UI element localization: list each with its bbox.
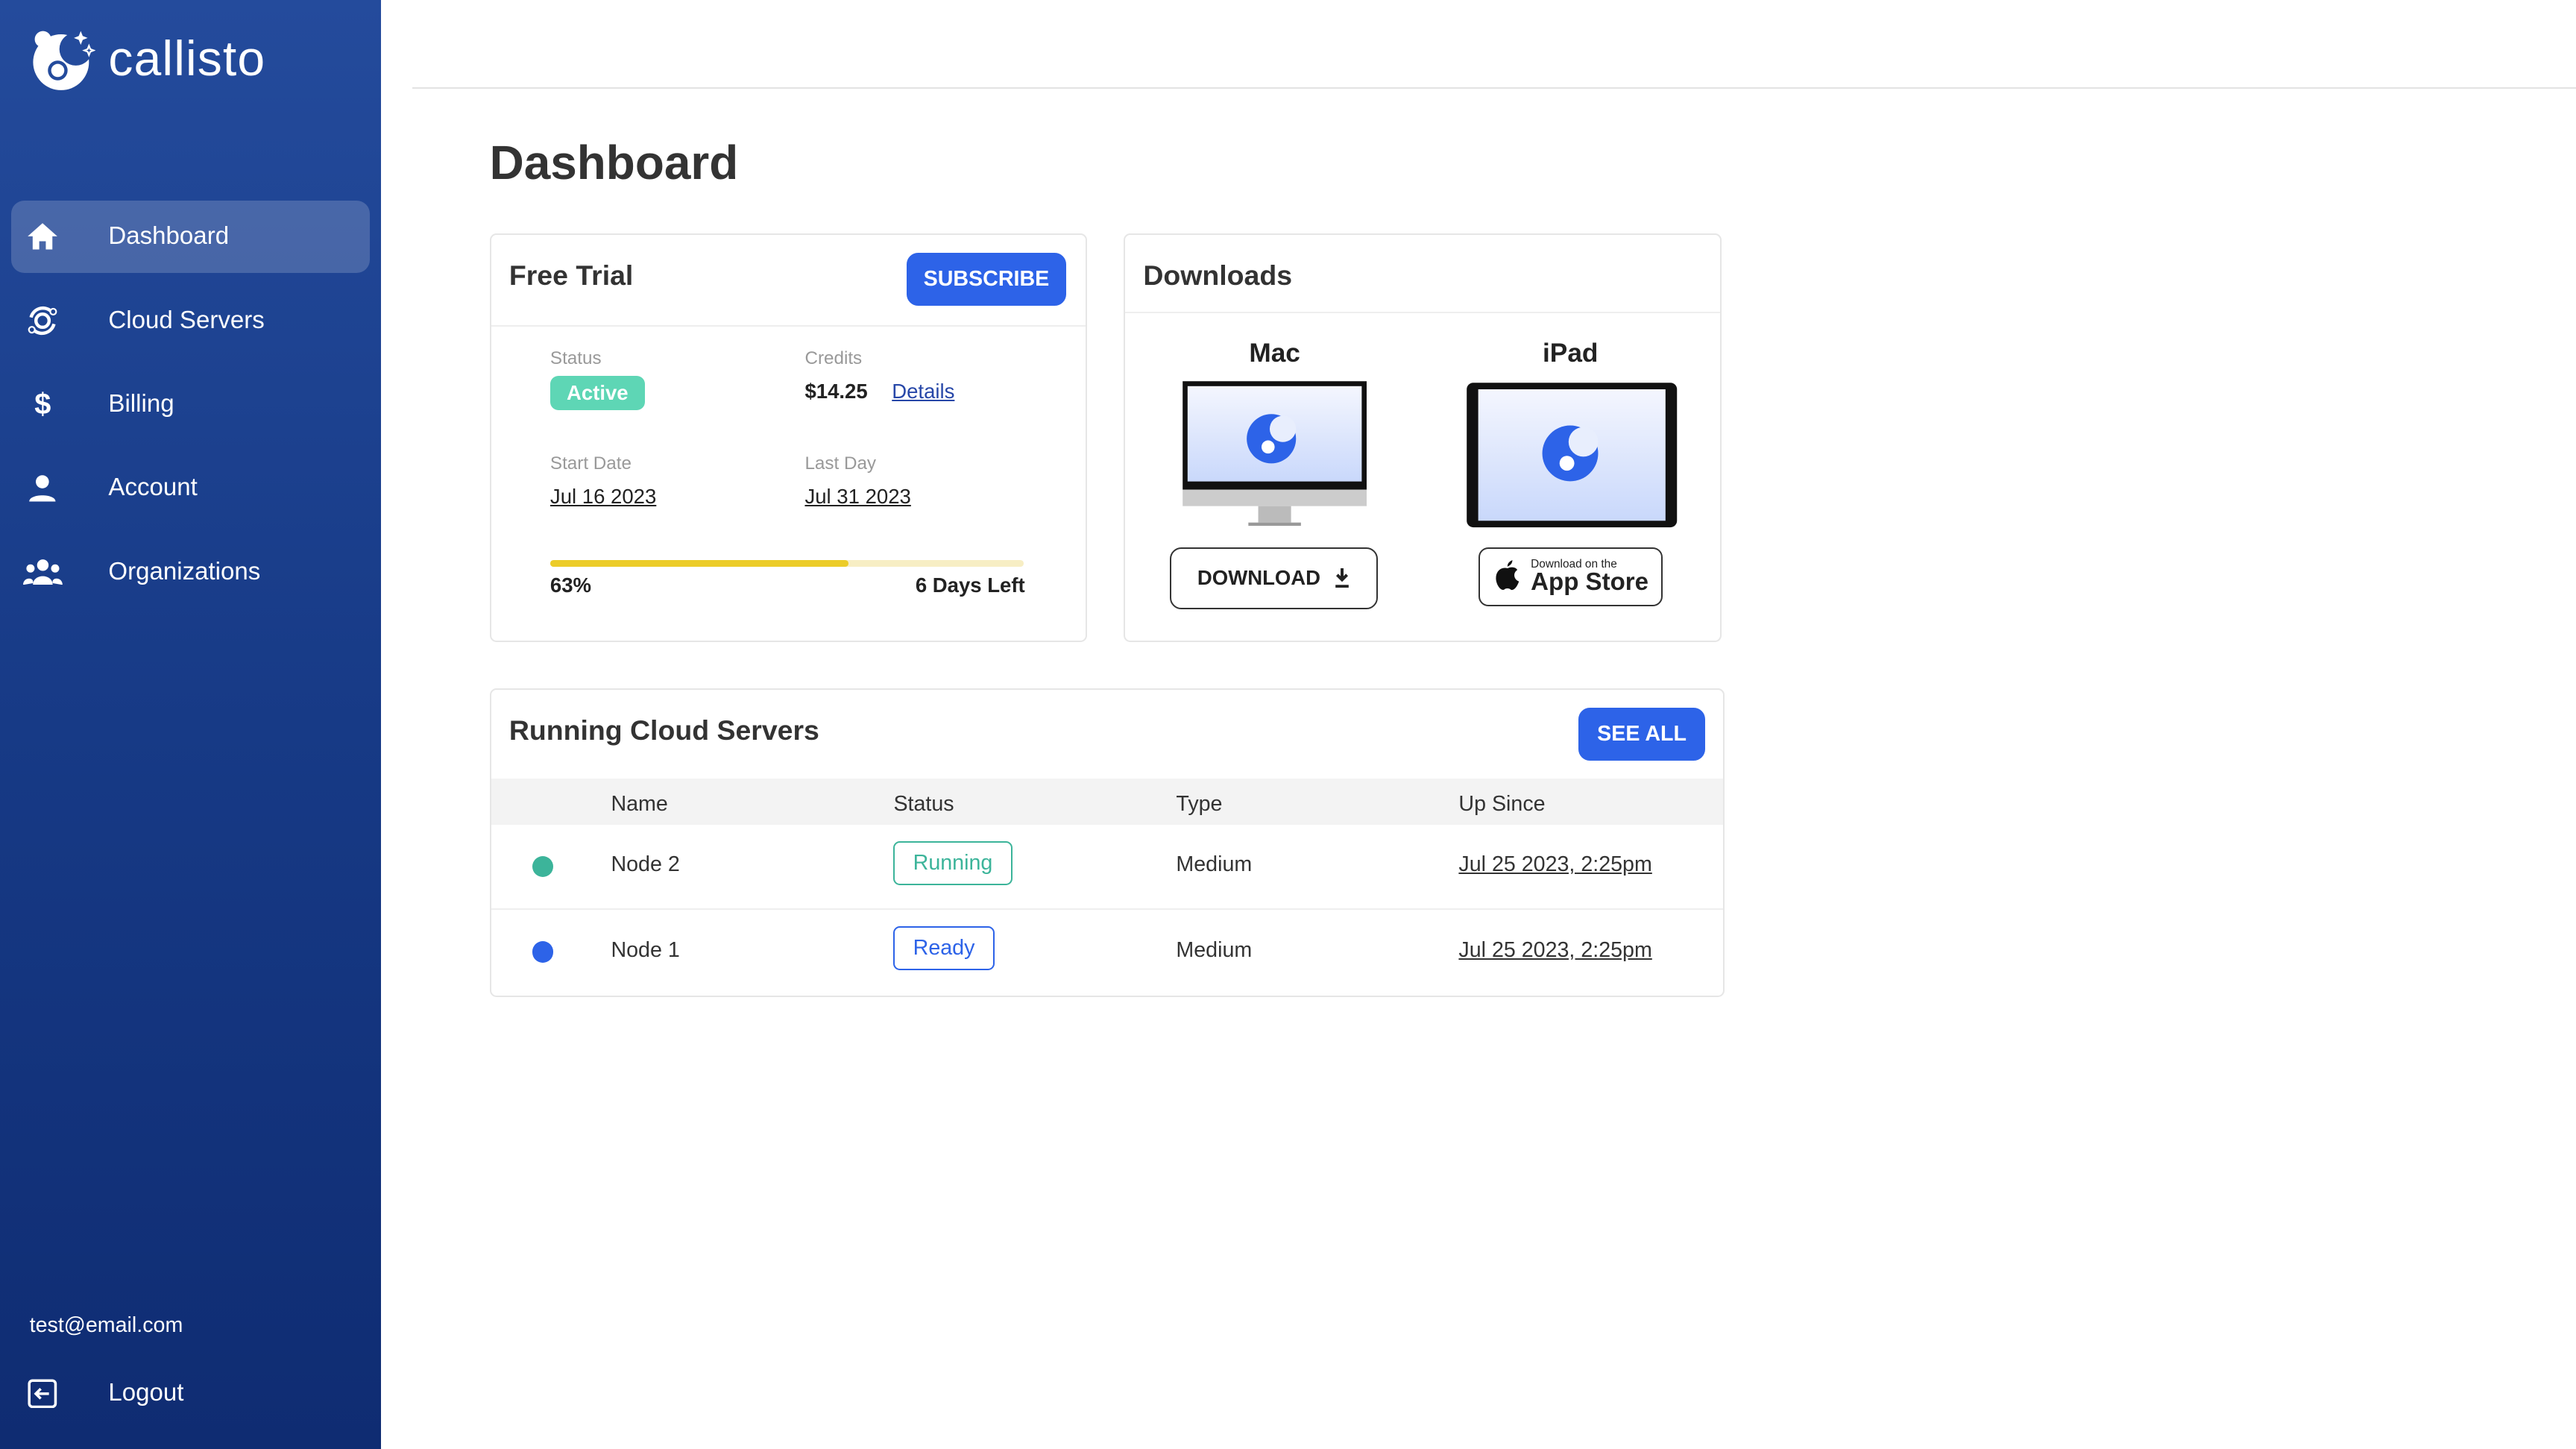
header-divider: [412, 87, 2576, 89]
card-divider: [491, 325, 1086, 327]
subscribe-button[interactable]: SUBSCRIBE: [907, 253, 1066, 306]
sidebar-item-label: Billing: [108, 390, 174, 418]
last-day-value[interactable]: Jul 31 2023: [804, 485, 910, 509]
mac-download-button[interactable]: DOWNLOAD: [1169, 547, 1379, 609]
trial-progress-fill: [549, 560, 848, 567]
status-dot: [532, 941, 554, 963]
start-date-label: Start Date: [549, 453, 632, 474]
free-trial-card: Free Trial SUBSCRIBE Status Active Credi…: [489, 233, 1088, 643]
last-day-label: Last Day: [804, 453, 877, 474]
bear-logo-icon: [33, 31, 95, 91]
server-type: Medium: [1176, 852, 1253, 877]
logo[interactable]: callisto: [30, 26, 266, 92]
card-title: Free Trial: [508, 259, 634, 291]
appstore-big-text: App Store: [1531, 568, 1649, 597]
sidebar-item-label: Dashboard: [108, 222, 230, 251]
users-icon: [13, 559, 72, 585]
trial-progress-bar: [549, 560, 1024, 567]
status-dot: [532, 855, 554, 878]
column-header-type: Type: [1176, 791, 1223, 816]
status-label: Status: [549, 348, 602, 368]
sidebar-item-dashboard[interactable]: Dashboard: [11, 200, 370, 273]
sidebar-item-organizations[interactable]: Organizations: [11, 535, 369, 608]
sidebar-item-cloud-servers[interactable]: Cloud Servers: [11, 284, 369, 356]
app-name: callisto: [108, 31, 266, 87]
download-icon: [1335, 568, 1349, 588]
running-servers-card: Running Cloud Servers SEE ALL Name Statu…: [489, 688, 1725, 998]
sidebar-item-label: Account: [108, 474, 198, 502]
see-all-button[interactable]: SEE ALL: [1578, 708, 1705, 761]
sidebar-item-billing[interactable]: $ Billing: [11, 368, 369, 441]
page-title: Dashboard: [489, 135, 739, 189]
app-store-button[interactable]: Download on the App Store: [1478, 547, 1663, 606]
download-label: DOWNLOAD: [1197, 566, 1321, 590]
table-row[interactable]: Node 2 Running Medium Jul 25 2023, 2:25p…: [491, 825, 1724, 908]
apple-icon: [1496, 560, 1520, 591]
credits-value: $14.25: [804, 379, 868, 403]
server-type: Medium: [1176, 937, 1253, 962]
home-icon: [13, 221, 72, 251]
ipad-label: iPad: [1543, 338, 1599, 368]
sidebar-item-account[interactable]: Account: [11, 452, 369, 524]
up-since[interactable]: Jul 25 2023, 2:25pm: [1458, 852, 1651, 877]
status-badge: Ready: [893, 926, 995, 971]
sidebar-nav: Dashboard Cloud Servers $ Billing Accoun…: [11, 200, 370, 620]
start-date-value[interactable]: Jul 16 2023: [550, 485, 656, 509]
user-email: test@email.com: [29, 1313, 183, 1337]
days-left: 6 Days Left: [915, 573, 1025, 597]
card-divider: [1125, 312, 1720, 314]
sidebar: callisto Dashboard Cloud Servers $ Billi…: [0, 0, 382, 1449]
mac-label: Mac: [1249, 338, 1300, 368]
progress-percent: 63%: [549, 573, 592, 597]
ipad-image: [1467, 383, 1678, 528]
status-badge: Running: [893, 840, 1013, 885]
column-header-up-since: Up Since: [1458, 791, 1546, 816]
user-icon: [13, 474, 72, 503]
card-title: Downloads: [1143, 259, 1293, 291]
table-row[interactable]: Node 1 Ready Medium Jul 25 2023, 2:25pm: [491, 908, 1724, 993]
sidebar-item-label: Cloud Servers: [108, 306, 265, 334]
logout-button[interactable]: Logout: [11, 1357, 369, 1430]
server-name: Node 2: [611, 852, 680, 877]
sidebar-item-label: Organizations: [108, 557, 261, 585]
dollar-icon: $: [34, 387, 51, 421]
downloads-card: Downloads Mac iPad DOWNLOAD Download on …: [1124, 233, 1722, 643]
logout-label: Logout: [108, 1379, 184, 1407]
up-since[interactable]: Jul 25 2023, 2:25pm: [1458, 938, 1651, 963]
app-root: callisto Dashboard Cloud Servers $ Billi…: [0, 0, 2576, 1449]
credits-label: Credits: [804, 348, 863, 368]
imac-image: [1182, 380, 1367, 526]
server-name: Node 1: [611, 937, 680, 962]
column-header-name: Name: [611, 791, 668, 816]
cloud-servers-icon: [13, 304, 72, 337]
details-link[interactable]: Details: [892, 380, 954, 403]
column-header-status: Status: [893, 791, 954, 816]
card-title: Running Cloud Servers: [508, 714, 819, 746]
status-badge: Active: [549, 376, 645, 410]
logout-icon: [13, 1379, 72, 1409]
